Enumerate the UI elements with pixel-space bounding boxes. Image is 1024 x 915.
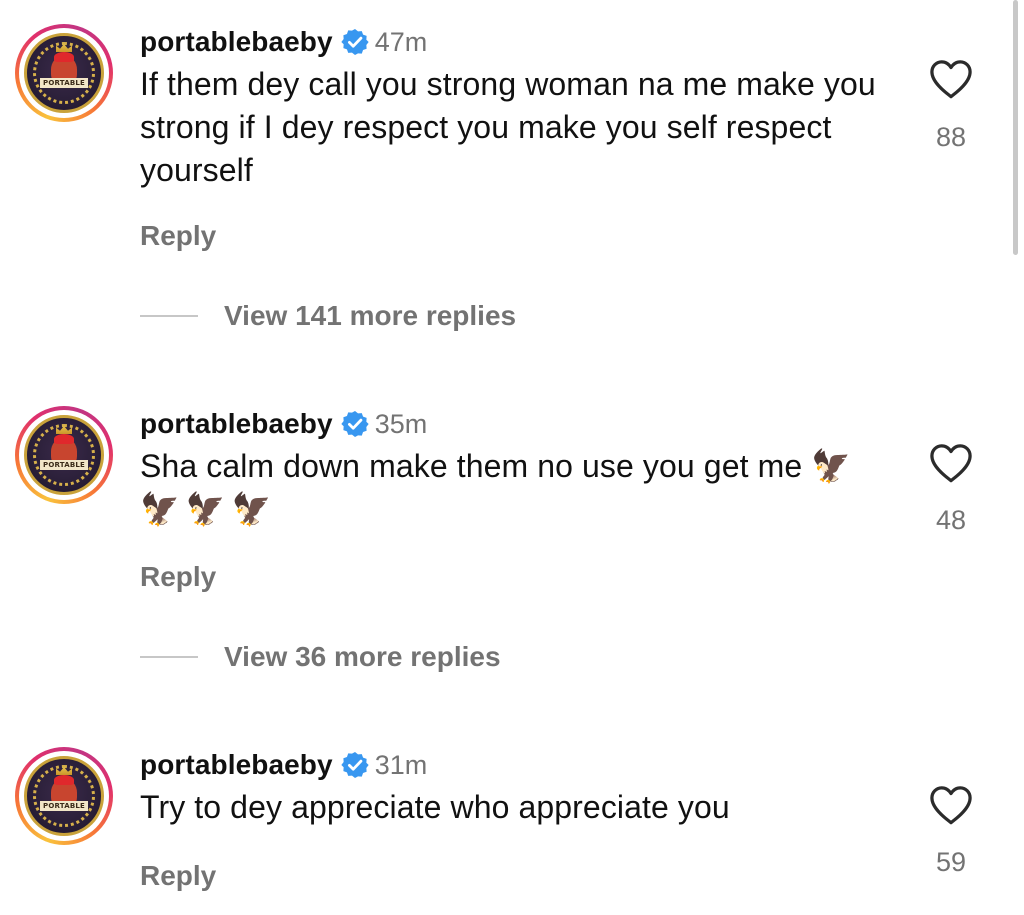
avatar[interactable]: PORTABLE xyxy=(15,747,113,845)
like-button[interactable] xyxy=(926,58,976,100)
comment-username[interactable]: portablebaeby xyxy=(140,26,333,58)
view-more-replies[interactable]: View 141 more replies xyxy=(140,300,516,332)
view-more-replies[interactable]: View 36 more replies xyxy=(140,641,501,673)
avatar-badge-text: PORTABLE xyxy=(40,460,88,470)
replies-divider-line xyxy=(140,656,198,658)
comment-timestamp: 31m xyxy=(374,749,428,780)
view-replies-label: View 141 more replies xyxy=(224,300,517,331)
like-button[interactable] xyxy=(926,784,976,826)
avatar[interactable]: PORTABLE xyxy=(15,406,113,504)
comment-timestamp: 47m xyxy=(374,26,428,57)
verified-badge-icon xyxy=(341,29,369,55)
reply-button[interactable]: Reply xyxy=(140,561,216,593)
like-count: 88 xyxy=(935,122,967,152)
heart-outline-icon xyxy=(930,786,972,825)
view-replies-label: View 36 more replies xyxy=(224,641,501,672)
comments-page: PORTABLE portablebaeby 47m If them dey c… xyxy=(0,0,1024,915)
like-button[interactable] xyxy=(926,442,976,484)
reply-button[interactable]: Reply xyxy=(140,220,216,252)
scrollbar[interactable] xyxy=(1013,0,1018,255)
replies-divider-line xyxy=(140,315,198,317)
comment-username[interactable]: portablebaeby xyxy=(140,749,333,781)
avatar-badge-text: PORTABLE xyxy=(40,801,88,811)
comment-text: Try to dey appreciate who appreciate you xyxy=(140,789,730,825)
heart-outline-icon xyxy=(930,60,972,99)
comment-text-content: Sha calm down make them no use you get m… xyxy=(140,448,803,484)
verified-badge-icon xyxy=(341,752,369,778)
comment-timestamp: 35m xyxy=(374,408,428,439)
like-count: 59 xyxy=(935,847,967,877)
reply-button[interactable]: Reply xyxy=(140,860,216,892)
comment-username[interactable]: portablebaeby xyxy=(140,408,333,440)
heart-outline-icon xyxy=(930,444,972,483)
verified-badge-icon xyxy=(341,411,369,437)
avatar-badge-text: PORTABLE xyxy=(40,78,88,88)
avatar[interactable]: PORTABLE xyxy=(15,24,113,122)
comment-text: If them dey call you strong woman na me … xyxy=(140,66,876,188)
like-count: 48 xyxy=(935,505,967,535)
comment-text: Sha calm down make them no use you get m… xyxy=(140,445,880,531)
